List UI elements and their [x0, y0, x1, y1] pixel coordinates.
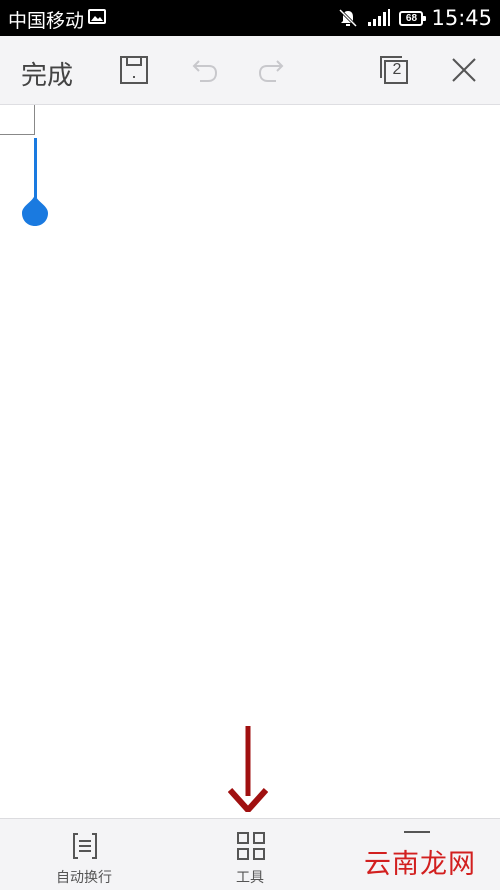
cursor-handle-icon[interactable]: [20, 193, 50, 227]
annotation-arrow-icon: [228, 726, 268, 812]
redo-icon[interactable]: [256, 54, 288, 86]
carrier-name: 中国移动: [8, 10, 85, 32]
tools-label: 工具: [236, 870, 264, 886]
status-icons: 68 15:45: [337, 5, 492, 31]
save-icon[interactable]: [118, 54, 150, 86]
tools-grid-icon: [237, 832, 265, 860]
clock: 15:45: [431, 6, 492, 30]
page-corner-marker: [0, 105, 35, 135]
watermark-logo: 云南龙网: [364, 849, 476, 880]
pages-icon[interactable]: 2: [378, 54, 410, 86]
auto-wrap-label: 自动换行: [56, 870, 112, 886]
undo-icon[interactable]: [188, 54, 220, 86]
text-cursor: [34, 138, 37, 198]
signal-icon: [368, 9, 391, 26]
document-editor[interactable]: [0, 105, 500, 818]
silent-icon: [339, 8, 358, 28]
auto-wrap-button[interactable]: 自动换行: [24, 819, 144, 891]
status-bar: 中国移动 68 15:45: [0, 0, 500, 36]
close-icon[interactable]: [448, 54, 480, 86]
battery-icon: 68: [399, 10, 427, 26]
done-button[interactable]: 完成: [21, 55, 73, 92]
more-button[interactable]: [404, 831, 430, 833]
editor-toolbar: 完成 2: [0, 36, 500, 105]
page-count: 2: [392, 61, 402, 78]
wrap-text-icon: [73, 833, 97, 859]
tools-button[interactable]: 工具: [190, 819, 310, 891]
image-icon: [88, 9, 106, 24]
